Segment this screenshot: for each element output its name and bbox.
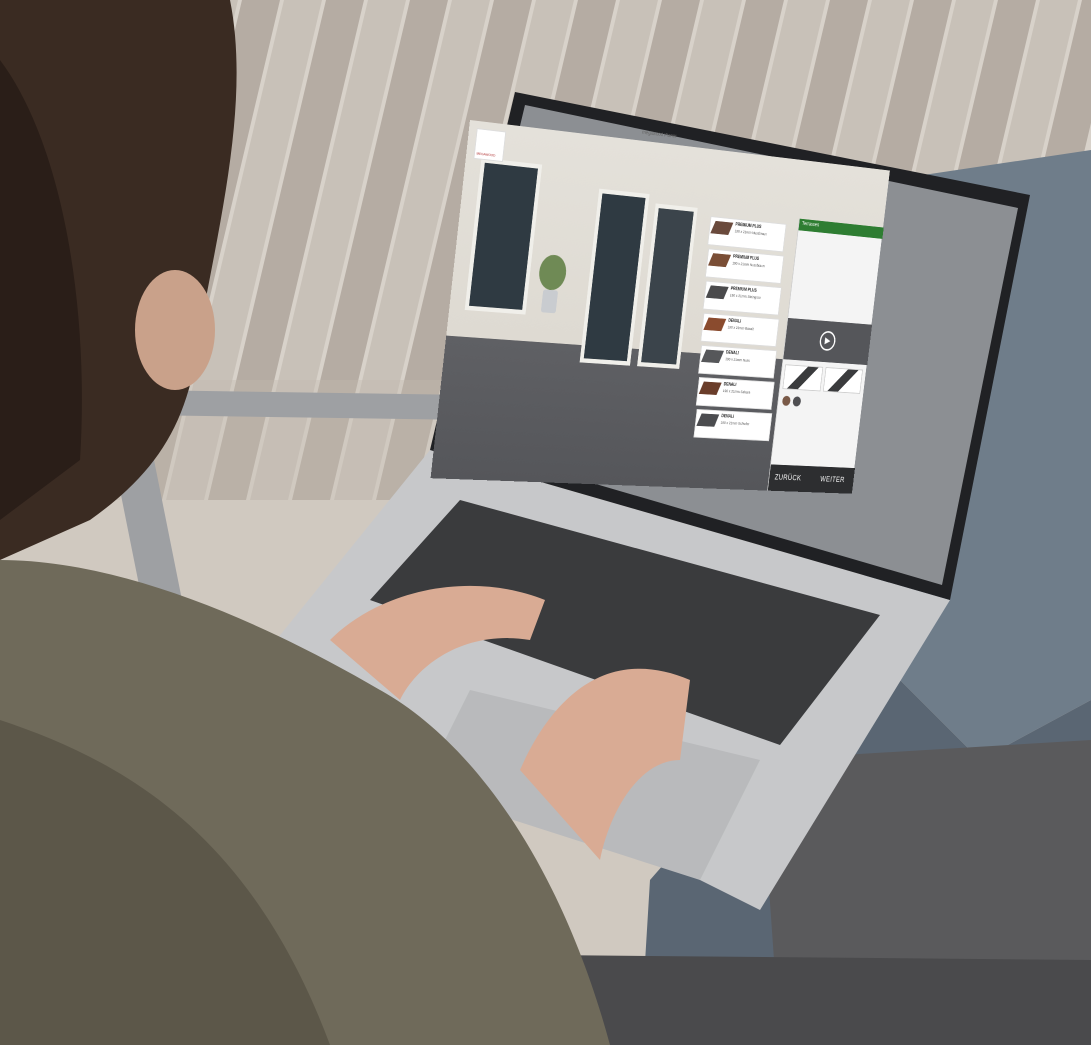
product-size: 190 x 21mm Nussbraun [732, 260, 765, 269]
product-swatch [708, 253, 732, 268]
board-preview-2[interactable] [822, 367, 863, 394]
product-size: 190 x 21mm Steingrau [729, 292, 761, 300]
product-size: 190 x 21mm Basalt [727, 324, 754, 332]
ear [135, 270, 215, 390]
laptop-screen-ui: MEGAWOOD megawood Planer PREMIUM PLUS 190… [430, 120, 890, 494]
photo-scene: MEGAWOOD megawood Planer PREMIUM PLUS 190… [0, 0, 1091, 1045]
product-swatch [696, 413, 720, 427]
color-dot-1[interactable] [781, 395, 791, 406]
nav-bar: ZURÜCK WEITER [767, 464, 855, 494]
product-swatch [698, 381, 722, 395]
logo: MEGAWOOD [473, 128, 507, 162]
chair-rail [140, 390, 470, 420]
product-swatch [705, 285, 729, 300]
product-name: DENALI [725, 350, 739, 357]
product-size: 190 x 21mm Nussbraun [734, 228, 768, 237]
door-right [637, 203, 698, 369]
color-dot-2[interactable] [792, 396, 802, 407]
product-name: DENALI [723, 381, 737, 388]
product-name: DENALI [728, 318, 742, 325]
product-card[interactable]: DENALI 190 x 21mm Sahara [695, 377, 775, 410]
product-size: 190 x 21mm Sahara [722, 388, 751, 395]
play-icon[interactable]: ▶ [818, 330, 837, 352]
product-size: 190 x 21mm Nuss [725, 356, 751, 363]
product-card[interactable]: DENALI 190 x 21mm Nuss [698, 344, 777, 379]
product-name: DENALI [721, 413, 735, 420]
product-swatch [710, 220, 734, 236]
product-size: 190 x 21mm Schiefer [720, 420, 750, 427]
product-card[interactable]: DENALI 190 x 21mm Schiefer [693, 408, 773, 442]
board-preview-1[interactable] [782, 364, 824, 392]
product-swatch [703, 317, 727, 332]
product-card[interactable]: PREMIUM PLUS 190 x 21mm Steingrau [702, 280, 782, 316]
back-button[interactable]: ZURÜCK [774, 473, 801, 482]
plant-pot [540, 289, 559, 314]
logo-text: MEGAWOOD [476, 150, 496, 158]
plant [537, 253, 568, 292]
next-button[interactable]: WEITER [820, 475, 845, 484]
preview-dark: ▶ [783, 317, 873, 366]
window-left [464, 157, 543, 315]
panel-header-title: Terrassen [801, 221, 820, 229]
product-swatch [701, 349, 724, 364]
product-card[interactable]: DENALI 190 x 21mm Basalt [700, 312, 780, 348]
